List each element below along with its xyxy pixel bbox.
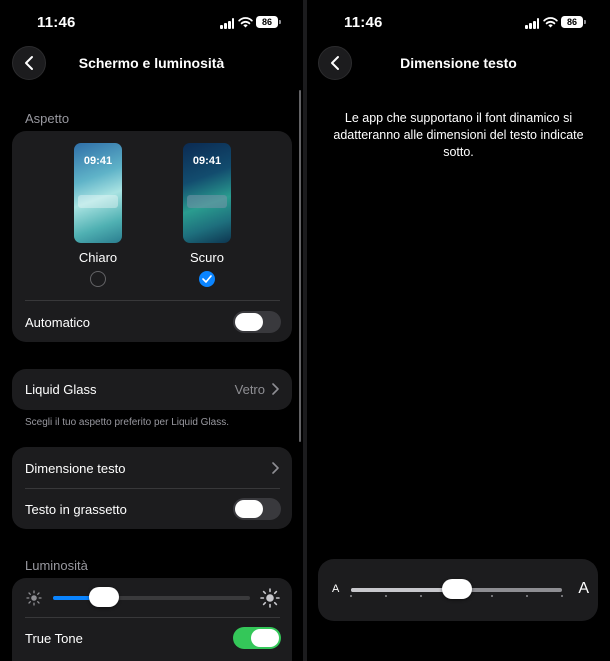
liquid-glass-label: Liquid Glass [25,382,97,397]
text-size-slider-fill [351,588,457,592]
light-theme-label: Chiaro [78,250,118,265]
bold-text-row: Testo in grassetto [12,489,292,529]
sun-large-icon [260,588,280,608]
true-tone-label: True Tone [25,631,83,646]
dark-preview-widget [187,195,227,208]
status-icons: 86 [525,16,589,29]
dark-theme-label: Scuro [190,250,224,265]
status-time: 11:46 [37,14,76,31]
text-size-slider[interactable] [351,579,562,599]
section-label-brightness: Luminosità [25,558,88,573]
text-size-tick [420,595,423,597]
sun-small-icon [26,590,42,606]
battery-icon: 86 [561,16,586,28]
dynamic-type-info: Le app che supportano il font dinamico s… [333,111,584,159]
brightness-slider[interactable] [53,587,250,607]
section-label-appearance: Aspetto [25,111,70,126]
dark-preview-time: 09:41 [192,155,222,167]
liquid-glass-card[interactable]: Liquid Glass Vetro [12,369,292,410]
toggle-knob [235,500,263,518]
automatic-toggle[interactable] [233,311,281,333]
status-bar: 11:46 86 [307,14,610,32]
appearance-card: 09:41 Chiaro 09:41 Scuro Automatico [12,131,292,342]
true-tone-row: True Tone [12,619,292,659]
text-size-label: Dimensione testo [25,461,126,476]
dark-theme-preview[interactable]: 09:41 [183,143,231,243]
light-theme-preview[interactable]: 09:41 [74,143,122,243]
text-size-row[interactable]: Dimensione testo [12,448,292,488]
bold-text-toggle[interactable] [233,498,281,520]
nav-bar: Dimensione testo [307,46,610,80]
text-size-control: A A [318,559,598,621]
cellular-signal-icon [525,18,539,29]
automatic-row: Automatico [12,302,292,342]
divider [25,300,280,301]
dark-theme-radio[interactable] [199,271,215,287]
checkmark-icon [202,275,212,283]
brightness-slider-thumb[interactable] [89,587,120,607]
status-bar: 11:46 86 [0,14,303,32]
text-size-tick [350,595,352,597]
true-tone-toggle[interactable] [233,627,281,649]
status-icons: 86 [220,16,284,29]
page-title: Dimensione testo [400,55,517,71]
liquid-glass-row[interactable]: Liquid Glass Vetro [12,369,292,409]
text-size-tick [561,595,563,597]
wifi-icon [543,17,558,28]
liquid-glass-footnote: Scegli il tuo aspetto preferito per Liqu… [25,417,229,428]
chevron-right-icon [272,462,279,474]
text-settings-card: Dimensione testo Testo in grassetto [12,447,292,529]
status-time: 11:46 [344,14,383,31]
battery-icon: 86 [256,16,281,28]
automatic-label: Automatico [25,315,91,330]
text-size-tick [490,595,493,597]
light-theme-radio[interactable] [90,271,106,287]
large-text-icon: A [578,580,589,597]
liquid-glass-value: Vetro [234,382,265,397]
toggle-knob [235,313,263,331]
nav-bar: Schermo e luminosità [0,46,303,80]
text-size-tick [385,595,388,597]
display-brightness-screen: 11:46 86 Schermo e luminosità Aspetto 09… [0,0,303,661]
brightness-card: True Tone [12,578,292,661]
toggle-knob [251,629,279,647]
light-theme-option[interactable]: 09:41 Chiaro [74,143,122,287]
divider [25,617,280,618]
text-size-tick [525,595,528,597]
chevron-right-icon [272,383,279,395]
text-size-screen: 11:46 86 Dimensione testo Le app che sup… [307,0,610,661]
text-size-slider-thumb[interactable] [441,579,472,599]
small-text-icon: A [332,583,340,595]
light-preview-time: 09:41 [83,155,113,167]
dark-theme-option[interactable]: 09:41 Scuro [183,143,231,287]
bold-text-label: Testo in grassetto [25,502,127,517]
cellular-signal-icon [220,18,234,29]
page-title: Schermo e luminosità [78,55,225,71]
light-preview-widget [78,195,118,208]
wifi-icon [238,17,253,28]
scroll-indicator[interactable] [299,90,301,442]
